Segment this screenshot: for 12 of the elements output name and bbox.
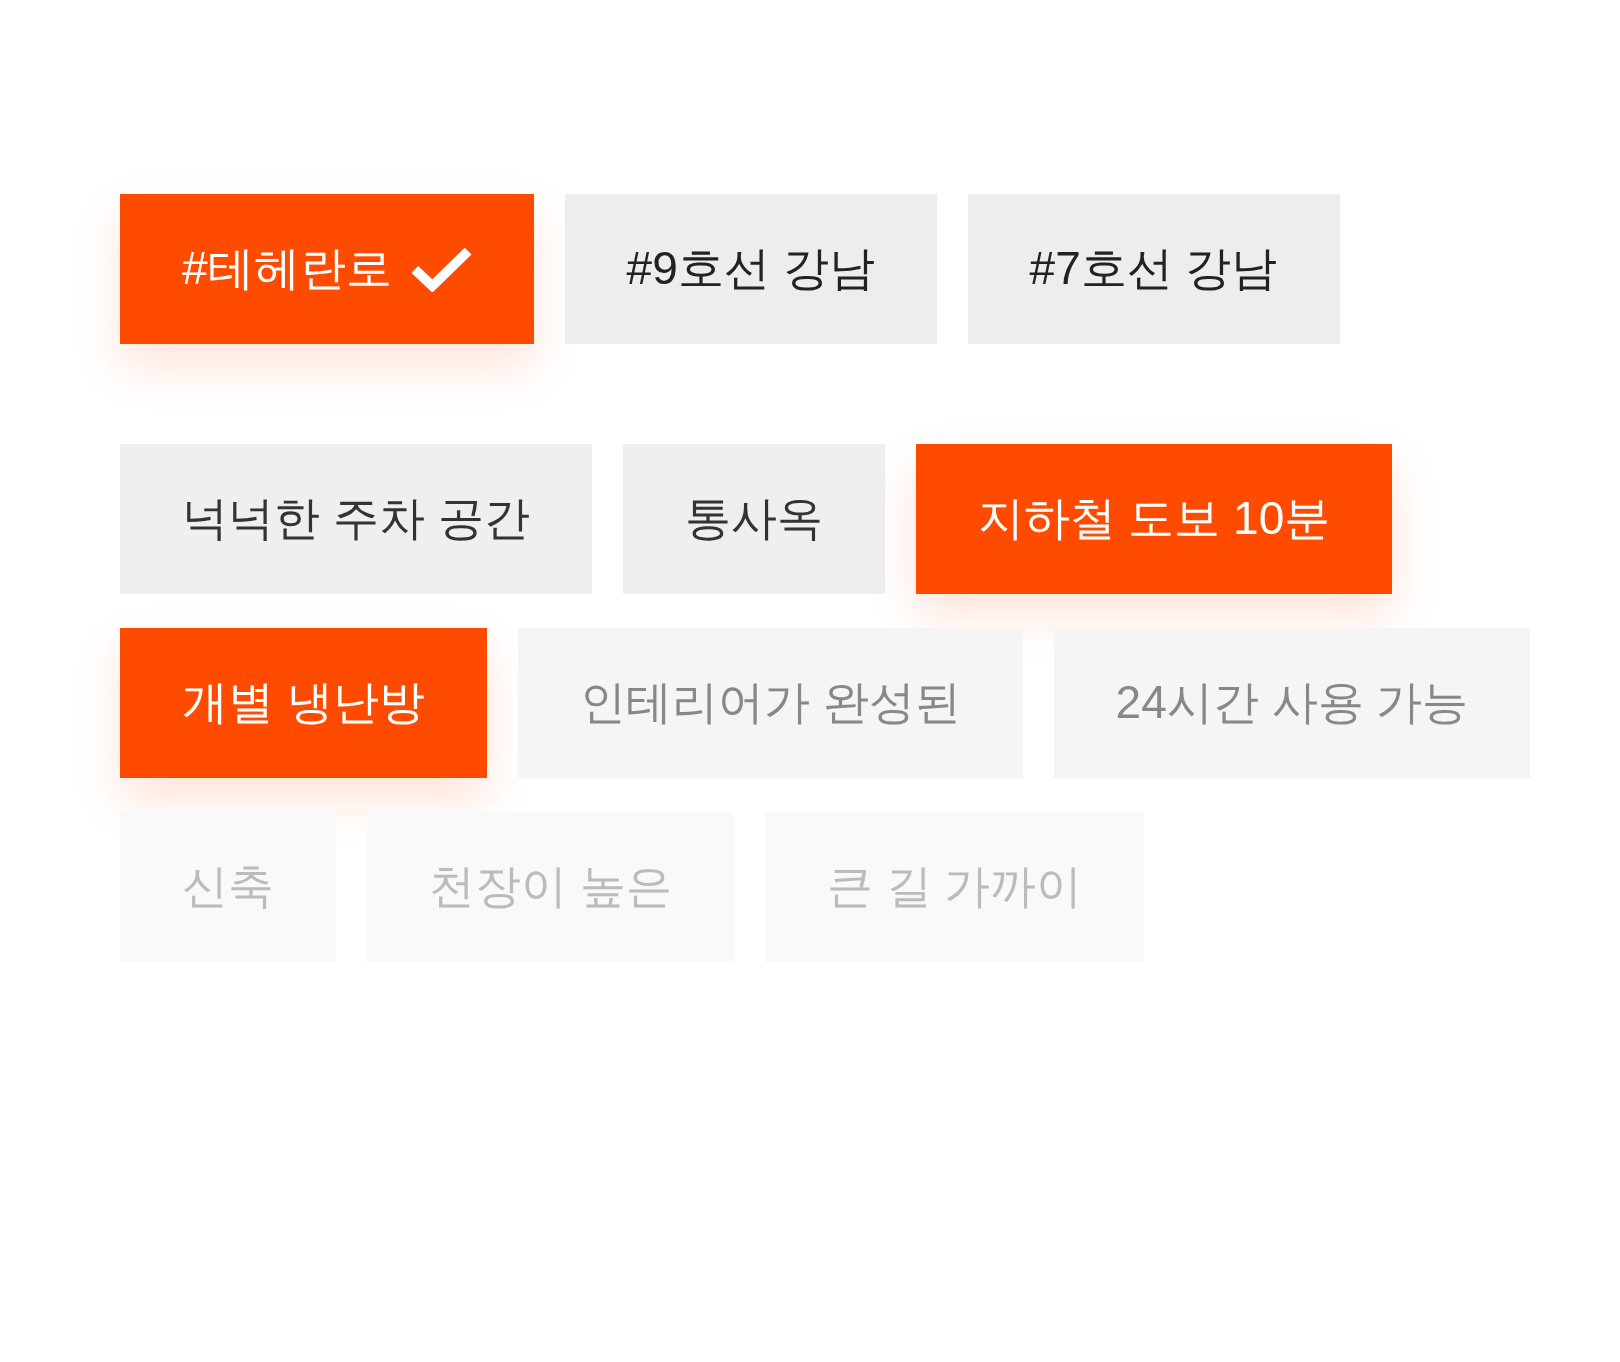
tag-chip[interactable]: 인테리어가 완성된 bbox=[517, 628, 1023, 778]
tag-chip[interactable]: 큰 길 가까이 bbox=[764, 812, 1145, 962]
tag-chip[interactable]: #9호선 강남 bbox=[564, 194, 937, 344]
tag-chip[interactable]: #7호선 강남 bbox=[967, 194, 1340, 344]
tag-chip[interactable]: 통사옥 bbox=[622, 444, 885, 594]
tag-chip[interactable]: 천장이 높은 bbox=[367, 812, 734, 962]
tag-chip[interactable]: 넉넉한 주차 공간 bbox=[120, 444, 592, 594]
tag-chip[interactable]: 개별 냉난방 bbox=[120, 628, 487, 778]
tag-chip[interactable]: 지하철 도보 10분 bbox=[915, 444, 1393, 594]
tag-chip[interactable]: 신축 bbox=[120, 812, 336, 962]
tag-chip[interactable]: 24시간 사용 가능 bbox=[1053, 628, 1531, 778]
tag-chip[interactable]: #테헤란로 bbox=[120, 194, 534, 344]
